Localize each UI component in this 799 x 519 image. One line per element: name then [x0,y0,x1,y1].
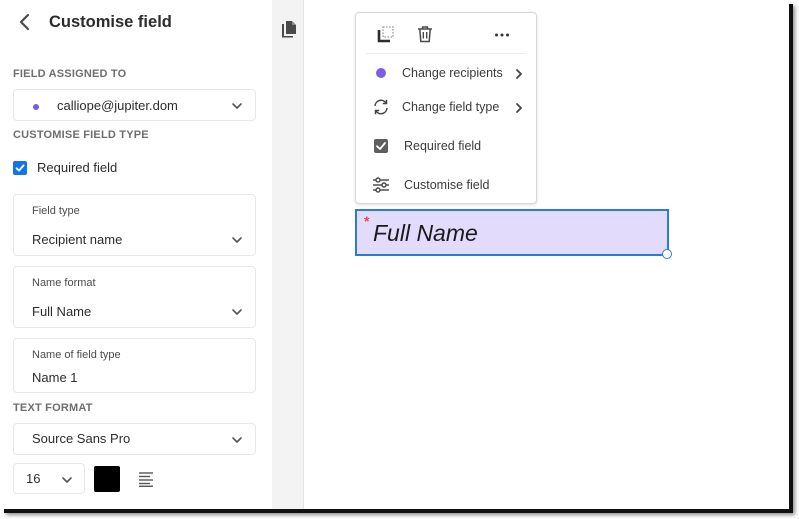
resize-handle[interactable] [662,249,672,259]
menu-item-label: Required field [404,139,482,153]
refresh-icon [372,98,390,116]
name-format-value: Full Name [32,304,92,319]
delete-button[interactable] [416,25,434,43]
recipient-dot-icon [33,104,39,110]
field-type-select[interactable]: Field type Recipient name [13,194,256,256]
checkmark-icon [15,164,25,171]
text-color-swatch[interactable] [94,466,120,492]
chevron-right-icon [514,101,524,113]
text-align-button[interactable] [138,471,154,488]
font-family-value: Source Sans Pro [32,431,131,446]
menu-item-label: Change recipients [402,66,503,80]
field-context-menu: Change recipients Change field type Requ… [355,12,537,204]
checkbox-icon [372,137,390,155]
chevron-down-icon [231,234,243,246]
menu-item-required-field[interactable]: Required field [356,131,536,161]
name-format-label: Name format [32,277,96,289]
menu-divider [366,53,526,54]
font-size-value: 16 [26,471,41,486]
field-type-label: Field type [32,205,80,217]
customise-field-type-label: CUSTOMISE FIELD TYPE [13,129,149,141]
assignee-value: calliope@jupiter.dom [57,98,178,113]
form-field-placeholder: Full Name [373,220,478,246]
required-field-checkbox[interactable] [13,160,27,175]
text-format-label: TEXT FORMAT [13,402,93,414]
panel-header: Customise field [13,10,172,34]
field-type-value: Recipient name [32,232,123,247]
font-size-select[interactable]: 16 [13,463,85,494]
font-family-select[interactable]: Source Sans Pro [13,423,256,455]
chevron-down-icon [231,434,243,446]
required-field-label: Required field [37,160,118,175]
more-options-button[interactable] [493,25,511,43]
align-left-icon [139,472,153,488]
back-button[interactable] [13,10,37,34]
name-format-select[interactable]: Name format Full Name [13,266,256,328]
full-name-form-field[interactable]: * Full Name [355,209,669,256]
required-field-row: Required field [13,160,117,175]
customise-field-panel: Customise field FIELD ASSIGNED TO callio… [0,0,272,509]
chevron-down-icon [231,100,243,112]
trash-icon [418,26,432,43]
document-pages-icon[interactable] [281,20,297,38]
recipient-dot-icon [372,64,390,82]
chevron-right-icon [514,67,524,79]
chevron-left-icon [19,13,30,31]
field-assigned-label: FIELD ASSIGNED TO [13,68,127,80]
name-of-field-type-label: Name of field type [32,349,121,361]
chevron-down-icon [231,306,243,318]
required-marker: * [364,213,370,229]
name-of-field-type-value: Name 1 [32,370,78,385]
sliders-icon [372,176,390,194]
menu-item-label: Customise field [404,178,490,192]
duplicate-icon [377,26,394,43]
more-icon [495,33,509,37]
assignee-select[interactable]: calliope@jupiter.dom [13,89,256,121]
menu-item-change-field-type[interactable]: Change field type [356,92,536,122]
menu-item-change-recipients[interactable]: Change recipients [356,58,536,88]
name-of-field-type-input[interactable]: Name of field type Name 1 [13,338,256,393]
page-thumbnail-strip [272,0,304,509]
menu-item-label: Change field type [402,100,500,114]
page-title: Customise field [49,12,172,31]
menu-toolbar [356,13,536,53]
chevron-down-icon [61,474,73,486]
duplicate-button[interactable] [377,25,395,43]
menu-item-customise-field[interactable]: Customise field [356,170,536,200]
